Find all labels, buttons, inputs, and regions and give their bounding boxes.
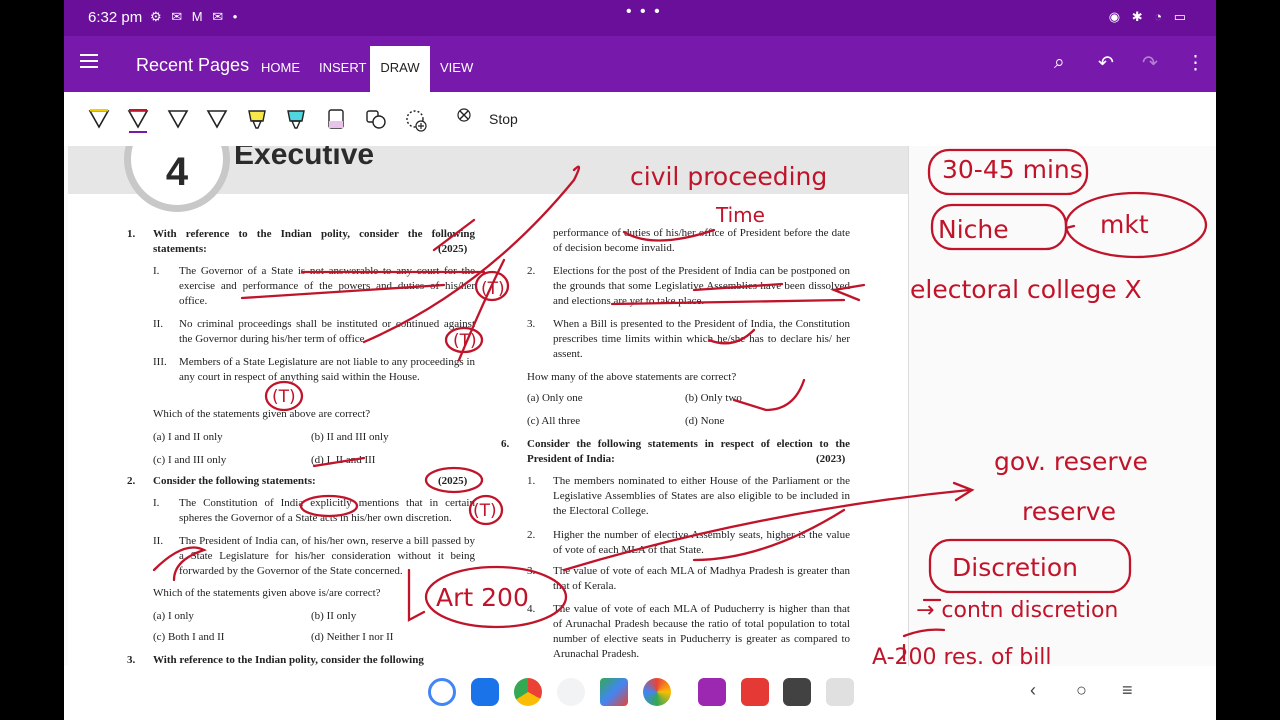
option: (a) I only xyxy=(153,610,194,622)
question-ask: Which of the statements given above is/a… xyxy=(153,587,381,599)
stop-icon[interactable] xyxy=(456,107,474,133)
scanned-page: 4 Executive 1. With reference to the Ind… xyxy=(68,146,909,666)
question-ask: How many of the above statements are cor… xyxy=(527,371,737,383)
option: (a) Only one xyxy=(527,392,583,404)
question-number: 6. xyxy=(501,438,510,450)
stop-button[interactable]: Stop xyxy=(489,111,518,127)
eraser-icon[interactable] xyxy=(324,107,348,133)
pen-white-icon[interactable] xyxy=(166,107,190,133)
tab-home[interactable]: HOME xyxy=(261,60,300,75)
play-store-icon[interactable] xyxy=(600,678,628,706)
statement-text: The Constitution of India explicitly men… xyxy=(179,497,475,524)
statement-text: performance of duties of his/her office … xyxy=(553,227,850,254)
back-icon[interactable]: ‹ xyxy=(1030,680,1036,701)
statement-text: No criminal proceedings shall be institu… xyxy=(179,318,475,345)
statement-roman: II. xyxy=(153,535,164,547)
question-year: (2025) xyxy=(438,475,468,487)
app-bar: Recent Pages HOME INSERT DRAW VIEW ⌕ ↶ ↷… xyxy=(64,36,1216,92)
question-number: 2. xyxy=(127,475,136,487)
option: (b) Only two xyxy=(685,392,742,404)
notes-app-icon[interactable] xyxy=(698,678,726,706)
chrome-app-icon[interactable] xyxy=(514,678,542,706)
statement-roman: III. xyxy=(153,356,167,368)
chapter-title: Executive xyxy=(234,146,375,171)
app-title[interactable]: Recent Pages xyxy=(136,55,249,76)
statement-number: 1. xyxy=(527,475,536,487)
option: (b) II only xyxy=(311,610,357,622)
highlighter-yellow-icon[interactable] xyxy=(245,107,269,133)
system-status-icons: ◉ ✱ ◔ ▭ xyxy=(1108,9,1190,24)
statement-text: Higher the number of elective Assembly s… xyxy=(553,529,850,556)
question-stem: Consider the following statements in res… xyxy=(527,438,850,465)
messages-app-icon[interactable] xyxy=(471,678,499,706)
redo-icon[interactable]: ↷ xyxy=(1142,52,1158,75)
status-bar: 6:32 pm ⚙ ✉ M ✉ • • • • ◉ ✱ ◔ ▭ xyxy=(64,0,1216,36)
question-year: (2025) xyxy=(438,243,468,255)
app-drawer-icon[interactable] xyxy=(826,678,854,706)
statement-roman: II. xyxy=(153,318,164,330)
settings-app-icon[interactable] xyxy=(783,678,811,706)
photos-app-icon[interactable] xyxy=(643,678,671,706)
status-time: 6:32 pm xyxy=(88,9,143,26)
home-icon[interactable]: ○ xyxy=(1076,680,1087,701)
statement-text: When a Bill is presented to the Presiden… xyxy=(553,318,850,360)
question-ask: Which of the statements given above are … xyxy=(153,408,371,420)
more-dots-icon: • • • xyxy=(626,3,662,20)
search-icon[interactable]: ⌕ xyxy=(1054,52,1065,74)
option: (a) I and II only xyxy=(153,431,223,443)
statement-number: 4. xyxy=(527,603,536,615)
pen-gray-icon[interactable] xyxy=(205,107,229,133)
statement-text: The value of vote of each MLA of Madhya … xyxy=(553,565,850,592)
statement-text: The members nominated to either House of… xyxy=(553,475,850,517)
tab-draw[interactable]: DRAW xyxy=(370,46,430,92)
question-number: 1. xyxy=(127,228,136,240)
statement-text: Elections for the post of the President … xyxy=(553,265,850,307)
question-stem: With reference to the Indian polity, con… xyxy=(153,228,475,255)
statement-number: 3. xyxy=(527,318,536,330)
statement-text: The President of India can, of his/her o… xyxy=(179,535,475,577)
statement-roman: I. xyxy=(153,497,160,509)
system-nav-bar: ‹ ○ ≡ xyxy=(64,666,1216,720)
assistant-app-icon[interactable] xyxy=(557,678,585,706)
statement-text: Members of a State Legislature are not l… xyxy=(179,356,475,383)
pen-red-icon[interactable] xyxy=(126,107,150,133)
wps-office-icon[interactable] xyxy=(741,678,769,706)
tab-view[interactable]: VIEW xyxy=(440,60,473,75)
statement-roman: I. xyxy=(153,265,160,277)
statement-number: 2. xyxy=(527,529,536,541)
undo-icon[interactable]: ↶ xyxy=(1098,52,1114,75)
draw-ribbon: Stop xyxy=(64,92,1216,147)
pen-yellow-icon[interactable] xyxy=(87,107,111,133)
question-stem: Consider the following statements: xyxy=(153,475,316,487)
option: (d) I, II and III xyxy=(311,454,376,466)
note-canvas[interactable]: 4 Executive 1. With reference to the Ind… xyxy=(64,146,1216,666)
recents-icon[interactable]: ≡ xyxy=(1122,680,1133,701)
shapes-icon[interactable] xyxy=(364,107,388,133)
option: (c) Both I and II xyxy=(153,631,225,643)
option: (b) II and III only xyxy=(311,431,389,443)
option: (c) All three xyxy=(527,415,581,427)
notification-icons: ⚙ ✉ M ✉ • xyxy=(150,9,241,24)
question-year: (2023) xyxy=(816,453,846,465)
option: (c) I and III only xyxy=(153,454,227,466)
tab-insert[interactable]: INSERT xyxy=(319,60,366,75)
app-frame: 6:32 pm ⚙ ✉ M ✉ • • • • ◉ ✱ ◔ ▭ Recent P… xyxy=(64,0,1216,720)
statement-text: The Governor of a State is not answerabl… xyxy=(179,265,475,307)
hamburger-menu-icon[interactable] xyxy=(80,54,98,68)
option: (d) None xyxy=(685,415,725,427)
google-app-icon[interactable] xyxy=(428,678,456,706)
lasso-select-icon[interactable] xyxy=(404,107,428,133)
more-options-icon[interactable]: ⋮ xyxy=(1186,52,1205,75)
chapter-number: 4 xyxy=(124,146,230,212)
option: (d) Neither I nor II xyxy=(311,631,394,643)
question-stem: With reference to the Indian polity, con… xyxy=(153,654,424,666)
statement-number: 3. xyxy=(527,565,536,577)
statement-number: 2. xyxy=(527,265,536,277)
statement-text: The value of vote of each MLA of Puduche… xyxy=(553,603,850,660)
question-number: 3. xyxy=(127,654,136,666)
highlighter-cyan-icon[interactable] xyxy=(284,107,308,133)
